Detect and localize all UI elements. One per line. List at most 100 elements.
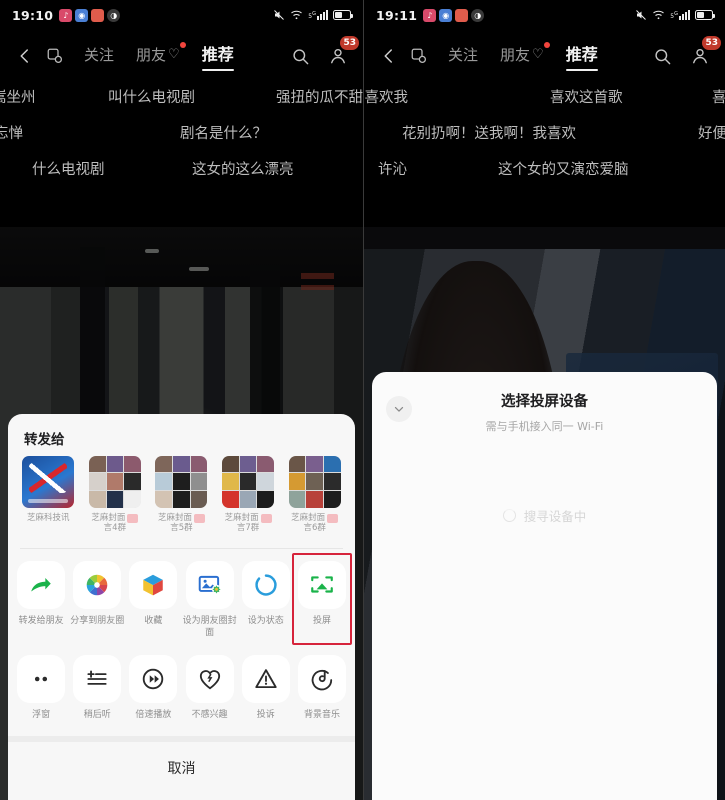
action-report[interactable]: 投诉 [239,655,293,722]
contact-avatar [155,455,208,508]
action-set-status[interactable]: 设为状态 [239,560,293,639]
action-cast-screen[interactable]: 投屏 [291,552,353,646]
danmaku-item: 你喜欢我 [364,90,408,106]
action-favorite[interactable]: 收藏 [126,560,180,639]
danmaku-item: 许沁 [378,162,407,178]
search-icon[interactable] [647,41,677,71]
contact-item[interactable]: 芝麻封面 言4群 [87,455,144,534]
tab-recommend[interactable]: 推荐 [202,41,234,71]
profile-avatar-icon[interactable]: 53 [685,36,721,71]
heart-icon: ♡ [532,47,544,62]
action-forward-to-friend[interactable]: 转发给朋友 [14,560,68,639]
report-warning-icon [241,655,290,704]
back-chevron-icon[interactable] [10,41,40,71]
cast-device-sheet: 选择投屏设备 需与手机接入同一 Wi-Fi 搜寻设备中 [372,372,717,800]
app-blue-icon: ◉ [439,8,453,22]
tab-recommend-label: 推荐 [565,45,598,64]
status-time: 19:11 [376,7,418,23]
danmaku-item: 喜欢这首歌 [550,90,623,106]
tab-follow[interactable]: 关注 [448,44,478,71]
multi-window-icon[interactable] [404,41,434,71]
left-phone-panel: 19:10 ♪ ◉ ◑ 5G 关注 朋友 ♡ 推荐 53 坐州 叫什么电视剧 强… [0,0,363,800]
action-label: 设为朋友圈封面 [182,615,237,638]
contact-avatar [22,455,75,508]
search-icon[interactable] [285,41,315,71]
contact-avatar [288,455,341,508]
danmaku-item: 喜 [712,86,725,107]
action-set-moments-cover[interactable]: 设为朋友圈封面 [182,560,237,639]
theme-icon: ◑ [107,8,121,22]
nav-tabs-right: 关注 朋友 ♡ 推荐 [448,41,598,71]
listen-later-icon [73,655,122,704]
contact-name-line1: 芝麻封面 [224,512,259,523]
contact-avatar [88,455,141,508]
chevron-down-icon[interactable] [386,396,412,422]
profile-count-badge: 53 [340,36,359,50]
status-app-icons: ♪ ◉ ◑ [59,8,121,22]
app-blue-icon: ◉ [75,8,89,22]
tab-friends-label: 朋友 [136,46,167,64]
background-music-icon [297,655,346,704]
contact-name-line1: 芝麻封面 [91,512,126,523]
contact-avatar [222,455,275,508]
nav-tabs-left: 关注 朋友 ♡ 推荐 [84,41,234,71]
screenshot-stage: 19:10 ♪ ◉ ◑ 5G 关注 朋友 ♡ 推荐 53 坐州 叫什么电视剧 强… [0,0,725,800]
danmaku-item: 剧名是什么？ [180,126,267,142]
searching-label: 搜寻设备中 [523,509,587,524]
danmaku-item: 好便 [698,126,725,142]
cancel-button[interactable]: 取消 [8,742,355,800]
action-label: 背景音乐 [303,710,340,721]
action-not-interested[interactable]: 不感兴趣 [183,655,237,722]
back-chevron-icon[interactable] [374,41,404,71]
cast-screen-icon [297,560,346,609]
tab-friends[interactable]: 朋友 ♡ [136,42,186,71]
wifi-icon [291,10,303,20]
contact-name-line2: 言7群 [236,523,260,534]
danmaku-overlay-left: 嵩坐州 叫什么电视剧 强扭的瓜不甜 忘惮 剧名是什么？ 什么电视剧 这女的这么漂… [0,82,363,227]
right-phone-panel: 19:11 ♪ ◉ ◑ 5G 关注 朋友 ♡ 推荐 53 喜欢我 喜欢这首歌 花… [363,0,725,800]
action-label: 设为状态 [247,615,284,626]
theme-icon: ◑ [471,8,485,22]
app-red-icon [91,8,105,22]
tab-recommend[interactable]: 推荐 [566,41,598,71]
loading-spinner-icon [502,509,516,522]
action-share-to-moments[interactable]: 分享到朋友圈 [70,560,124,639]
tab-friends[interactable]: 朋友 ♡ [500,42,550,71]
contact-name-line1: 芝麻封面 [157,512,192,523]
contact-item[interactable]: 芝麻封面 言6群 [286,455,343,534]
set-moments-cover-icon [185,560,234,609]
contact-name-line2: 言5群 [170,523,193,534]
favorite-cube-icon [129,560,178,609]
heart-icon: ♡ [168,47,180,62]
action-label: 倍速播放 [135,710,172,721]
tab-follow[interactable]: 关注 [84,44,114,71]
profile-avatar-icon[interactable]: 53 [323,36,359,71]
contact-item[interactable]: 芝麻科技讯 [20,455,77,534]
tab-follow-label: 关注 [84,46,115,64]
action-listen-later[interactable]: 稍后听 [70,655,124,722]
status-time: 19:10 [12,7,54,23]
contact-name: 芝麻科技讯 [27,513,70,524]
contact-item[interactable]: 芝麻封面 言5群 [153,455,210,534]
music-icon: ♪ [59,8,73,22]
action-background-music[interactable]: 背景音乐 [295,655,349,722]
group-tag-icon [260,513,272,523]
action-label: 收藏 [144,615,163,626]
contact-name: 芝麻封面 言4群 [91,512,139,534]
status-bar-left: 19:10 ♪ ◉ ◑ 5G [0,0,363,30]
action-playback-speed[interactable]: 倍速播放 [126,655,180,722]
moments-color-icon [73,560,122,609]
action-row-secondary: 浮窗 稍后听 倍速播放 不感兴趣 投诉 背景音乐 [8,649,355,736]
nav-right-left: 53 [285,36,359,71]
danmaku-item: 什么电视剧 [32,162,105,178]
action-label: 投诉 [256,710,275,721]
multi-window-icon[interactable] [40,41,70,71]
action-floating-window[interactable]: 浮窗 [14,655,68,722]
nav-right-right: 53 [647,36,721,71]
signal-5g-icon: 5G [308,10,328,20]
danmaku-item: 这个女的又演恋爱脑 [498,162,629,178]
danmaku-item: 叫什么电视剧 [108,90,195,106]
contact-name-line2: 言6群 [303,523,326,534]
contact-item[interactable]: 芝麻封面 言7群 [220,455,277,534]
group-tag-icon [327,513,339,523]
